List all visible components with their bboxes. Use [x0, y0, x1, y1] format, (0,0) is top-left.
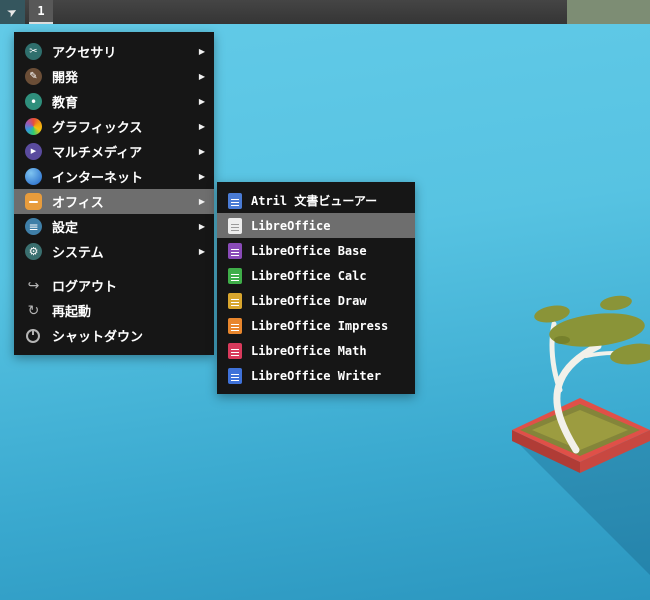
submenu-item-libreoffice-impress[interactable]: LibreOffice Impress [217, 313, 415, 338]
office-icon [25, 193, 42, 210]
menu-item-office[interactable]: オフィス ▶ [14, 189, 214, 214]
submenu-item-label: LibreOffice Base [251, 243, 367, 258]
system-icon [25, 243, 42, 260]
submenu-arrow-icon: ▶ [198, 72, 205, 81]
submenu-arrow-icon: ▶ [198, 247, 205, 256]
menu-item-label: マルチメディア [52, 146, 143, 161]
menu-item-label: システム [52, 246, 104, 261]
pot-under-left [512, 430, 580, 473]
libreoffice-math-icon [228, 342, 242, 359]
submenu-arrow-icon: ▶ [198, 172, 205, 181]
foliage-leaf-small [554, 336, 570, 344]
foliage-top [600, 295, 632, 311]
menu-item-reboot[interactable]: 再起動 [14, 298, 214, 323]
menu-item-development[interactable]: 開発 ▶ [14, 64, 214, 89]
submenu-arrow-icon: ▶ [198, 97, 205, 106]
menu-separator [14, 264, 214, 273]
submenu-item-libreoffice-calc[interactable]: LibreOffice Calc [217, 263, 415, 288]
menu-item-multimedia[interactable]: マルチメディア ▶ [14, 139, 214, 164]
logout-icon [25, 277, 42, 294]
pot-soil-inner [532, 410, 628, 450]
menu-item-label: ログアウト [52, 280, 118, 295]
menu-item-settings[interactable]: 設定 ▶ [14, 214, 214, 239]
submenu-arrow-icon: ▶ [198, 222, 205, 231]
libreoffice-calc-icon [228, 267, 242, 284]
menu-item-internet[interactable]: インターネット ▶ [14, 164, 214, 189]
bonsai-long-shadow [516, 441, 650, 575]
submenu-item-atril[interactable]: Atril 文書ビューアー [217, 188, 415, 213]
submenu-arrow-icon: ▶ [198, 122, 205, 131]
submenu-item-libreoffice-math[interactable]: LibreOffice Math [217, 338, 415, 363]
desktop: ➤ 1 アクセサリ ▶ 開発 ▶ 教育 ▶ グラフィックス ▶ [0, 0, 650, 600]
menu-item-label: インターネット [52, 171, 144, 186]
menu-item-label: シャットダウン [52, 330, 144, 345]
submenu-arrow-icon: ▶ [198, 147, 205, 156]
submenu-item-label: LibreOffice Draw [251, 293, 367, 308]
multimedia-icon [25, 143, 42, 160]
menu-item-label: 教育 [52, 96, 79, 111]
submenu-item-label: LibreOffice [251, 218, 331, 233]
foliage-right [610, 343, 650, 365]
menu-item-accessories[interactable]: アクセサリ ▶ [14, 39, 214, 64]
menu-item-label: グラフィックス [52, 121, 143, 136]
bonsai-branch-left [549, 321, 563, 393]
submenu-item-libreoffice-writer[interactable]: LibreOffice Writer [217, 363, 415, 388]
menu-item-label: 再起動 [52, 305, 92, 320]
development-icon [25, 68, 42, 85]
menu-item-education[interactable]: 教育 ▶ [14, 89, 214, 114]
libreoffice-base-icon [228, 242, 242, 259]
internet-icon [25, 168, 42, 185]
reboot-icon [25, 302, 42, 319]
graphics-icon [25, 118, 42, 135]
menu-item-shutdown[interactable]: シャットダウン [14, 323, 214, 348]
foliage-left [534, 305, 570, 323]
menu-item-graphics[interactable]: グラフィックス ▶ [14, 114, 214, 139]
education-icon [25, 93, 42, 110]
libreoffice-draw-icon [228, 292, 242, 309]
accessories-icon [25, 43, 42, 60]
bonsai-branch-right [584, 351, 636, 358]
settings-icon [25, 218, 42, 235]
main-menu: アクセサリ ▶ 開発 ▶ 教育 ▶ グラフィックス ▶ マルチメディア ▶ イン… [14, 32, 214, 355]
panel-spacer [53, 0, 567, 24]
submenu-item-label: LibreOffice Writer [251, 368, 382, 383]
submenu-item-label: LibreOffice Math [251, 343, 367, 358]
atril-icon [228, 192, 242, 209]
submenu-item-libreoffice[interactable]: LibreOffice [217, 213, 415, 238]
libreoffice-impress-icon [228, 317, 242, 334]
submenu-arrow-icon: ▶ [198, 47, 205, 56]
menu-item-label: 開発 [52, 71, 79, 86]
app-launcher-button[interactable]: ➤ [0, 0, 25, 24]
pot-soil-outer [520, 404, 640, 456]
top-panel: ➤ 1 [0, 0, 650, 24]
submenu-arrow-icon: ▶ [198, 197, 205, 206]
menu-item-label: 設定 [52, 221, 79, 236]
libreoffice-writer-icon [228, 367, 242, 384]
menu-item-system[interactable]: システム ▶ [14, 239, 214, 264]
foliage-main [549, 313, 645, 347]
pot-under-right [580, 430, 650, 473]
status-area [567, 0, 650, 24]
office-submenu: Atril 文書ビューアー LibreOffice LibreOffice Ba… [217, 182, 415, 394]
bonsai-trunk [553, 342, 602, 454]
libreoffice-icon [228, 217, 242, 234]
submenu-item-libreoffice-draw[interactable]: LibreOffice Draw [217, 288, 415, 313]
submenu-item-libreoffice-base[interactable]: LibreOffice Base [217, 238, 415, 263]
workspace-button[interactable]: 1 [29, 0, 53, 24]
pot-rim [512, 398, 650, 462]
submenu-item-label: Atril 文書ビューアー [251, 194, 378, 208]
shutdown-icon [26, 328, 40, 343]
paper-plane-icon: ➤ [4, 3, 21, 21]
menu-item-logout[interactable]: ログアウト [14, 273, 214, 298]
menu-item-label: アクセサリ [52, 46, 117, 61]
menu-item-label: オフィス [52, 196, 104, 211]
submenu-item-label: LibreOffice Calc [251, 268, 367, 283]
submenu-item-label: LibreOffice Impress [251, 318, 389, 333]
